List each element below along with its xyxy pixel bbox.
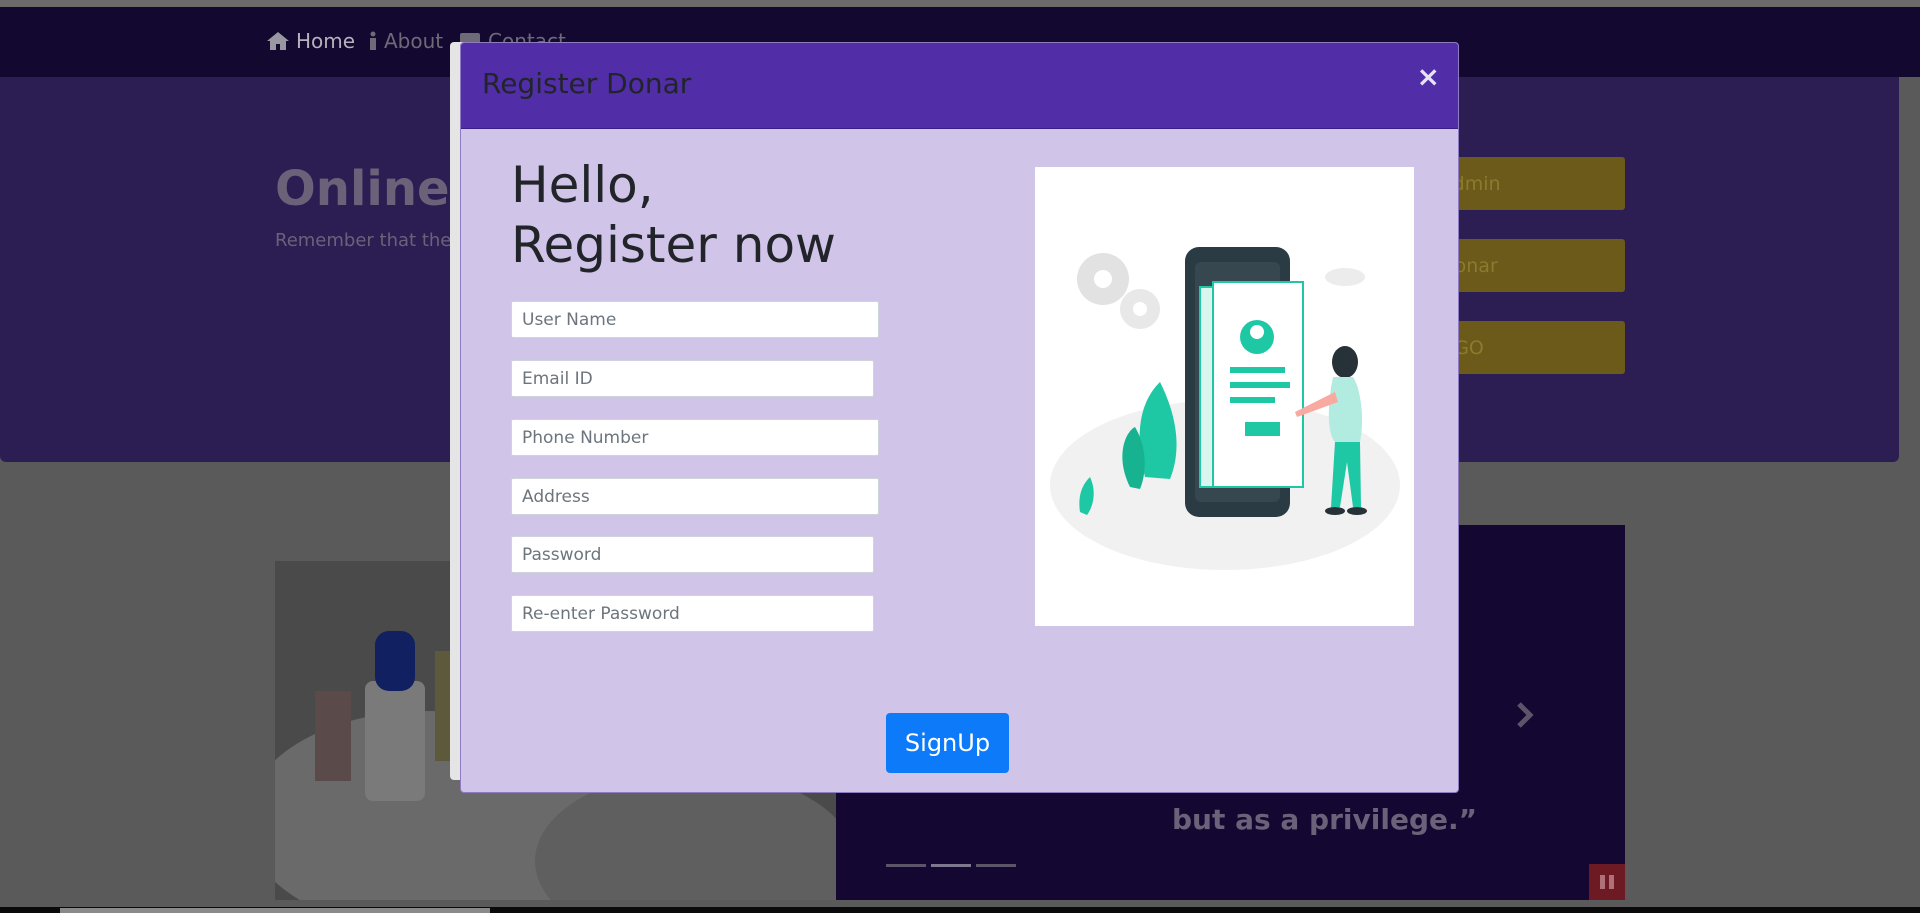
nav-about[interactable]: About	[368, 29, 443, 53]
carousel-indicator-1[interactable]	[886, 864, 926, 867]
nav-home-label: Home	[296, 29, 356, 53]
browser-top-strip	[0, 0, 1920, 7]
hero-subtitle: Remember that the	[275, 230, 452, 251]
pause-icon	[1600, 875, 1605, 889]
carousel-indicator-2[interactable]	[931, 864, 971, 867]
reenter-password-input[interactable]	[511, 595, 874, 632]
carousel-indicator-3[interactable]	[976, 864, 1016, 867]
modal-header: Register Donar ×	[461, 43, 1458, 129]
address-input[interactable]	[511, 478, 879, 515]
greeting-line-1: Hello,	[511, 156, 654, 214]
greeting-heading: Hello, Register now	[511, 155, 836, 275]
greeting-line-2: Register now	[511, 216, 836, 274]
signup-button[interactable]: SignUp	[886, 713, 1009, 773]
info-icon	[370, 31, 376, 50]
username-input[interactable]	[511, 301, 879, 338]
register-donar-modal: Register Donar × Hello, Register now Use…	[460, 42, 1459, 793]
carousel-pause-button[interactable]	[1589, 864, 1625, 900]
home-icon	[267, 32, 289, 50]
bottom-scroll-indicator	[60, 908, 490, 913]
registration-illustration	[1035, 167, 1414, 626]
chevron-right-icon	[1517, 702, 1534, 728]
carousel-quote: but as a privilege.”	[1172, 803, 1478, 836]
close-icon[interactable]: ×	[1417, 63, 1440, 91]
password-input[interactable]	[511, 536, 874, 573]
email-input[interactable]	[511, 360, 874, 397]
nav-about-label: About	[384, 29, 444, 53]
modal-title: Register Donar	[482, 67, 692, 100]
carousel-next[interactable]	[1515, 700, 1535, 730]
phone-input[interactable]	[511, 419, 879, 456]
nav-home[interactable]: Home	[266, 29, 355, 53]
